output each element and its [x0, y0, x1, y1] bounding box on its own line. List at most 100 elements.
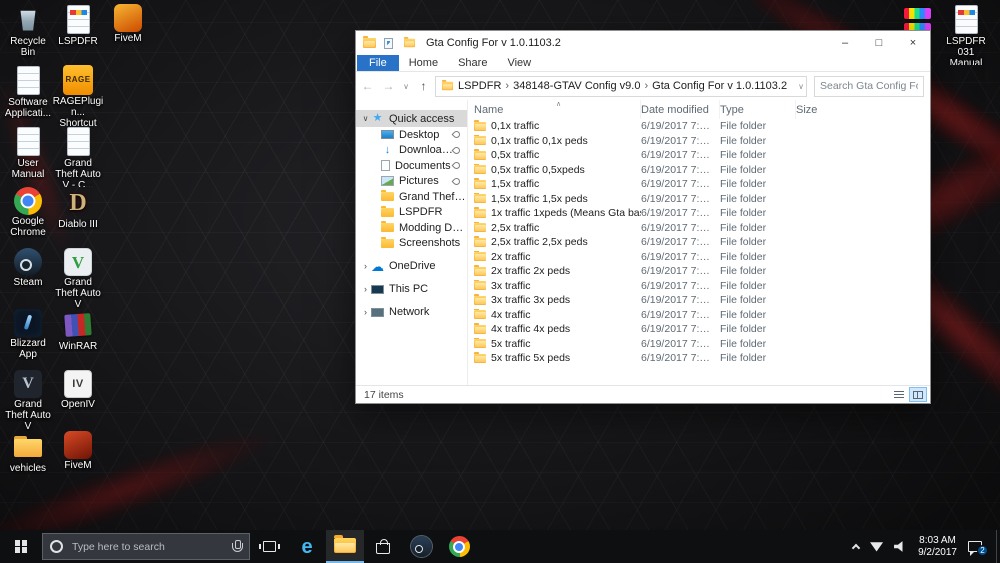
qat-new-folder-icon[interactable] [400, 34, 418, 52]
desktop-icon[interactable]: Steam [2, 248, 54, 309]
desktop-icon[interactable]: Blizzard App [2, 309, 54, 370]
maximize-button[interactable]: □ [862, 31, 896, 55]
taskbar-chrome-button[interactable] [440, 530, 478, 563]
file-row[interactable]: 3x traffic 3x peds 6/19/2017 7:38 PM Fil… [468, 293, 930, 308]
taskbar-search-input[interactable] [70, 539, 224, 554]
file-row[interactable]: 0,1x traffic 0,1x peds 6/19/2017 7:31 PM… [468, 134, 930, 149]
up-button[interactable]: ↑ [414, 76, 433, 96]
column-header-type[interactable]: Type [720, 100, 796, 119]
close-button[interactable]: × [896, 31, 930, 55]
desktop-icon[interactable]: V Grand Theft Auto V [52, 248, 104, 309]
column-header-size[interactable]: Size [796, 100, 930, 119]
chevron-expanded-icon[interactable]: ∨ [360, 114, 371, 123]
file-row[interactable]: 0,5x traffic 6/19/2017 7:31 PM File fold… [468, 148, 930, 163]
file-row[interactable]: 2,5x traffic 2,5x peds 6/19/2017 7:34 PM… [468, 235, 930, 250]
taskbar-steam-button[interactable] [402, 530, 440, 563]
forward-button[interactable]: → [379, 76, 398, 96]
explorer-search-input[interactable] [814, 75, 924, 97]
desktop-icon[interactable]: WinRAR [52, 309, 104, 370]
desktop-icon[interactable]: FiveM [52, 431, 104, 492]
nav-item[interactable]: Screenshots [356, 236, 467, 252]
file-row[interactable]: 4x traffic 4x peds 6/19/2017 7:39 PM Fil… [468, 322, 930, 337]
chevron-collapsed-icon[interactable]: › [360, 261, 371, 271]
breadcrumb-separator-icon[interactable]: › [644, 80, 648, 92]
address-dropdown-chevron-icon[interactable]: ∨ [795, 82, 807, 91]
microphone-icon[interactable] [231, 540, 243, 553]
tab-file[interactable]: File [357, 55, 399, 71]
file-row[interactable]: 0,5x traffic 0,5xpeds 6/19/2017 7:32 PM … [468, 163, 930, 178]
large-icons-view-button[interactable] [909, 387, 927, 402]
nav-quick-access[interactable]: ∨ ★ Quick access [356, 110, 467, 127]
nav-root-item[interactable]: › Network [356, 304, 467, 320]
desktop-icon[interactable]: User Manual [2, 126, 54, 187]
file-row[interactable]: 1x traffic 1xpeds (Means Gta base) 6/19/… [468, 206, 930, 221]
start-button[interactable] [0, 530, 42, 563]
column-header-date-modified[interactable]: Date modified [641, 100, 720, 119]
file-row[interactable]: 2x traffic 6/19/2017 7:36 PM File folder [468, 250, 930, 265]
show-desktop-button[interactable] [996, 530, 1000, 563]
breadcrumb-item[interactable]: LSPDFR [458, 80, 501, 92]
tab-share[interactable]: Share [448, 55, 497, 71]
chevron-collapsed-icon[interactable]: › [360, 284, 371, 294]
task-view-button[interactable] [250, 530, 288, 563]
file-row[interactable]: 2x traffic 2x peds 6/19/2017 7:37 PM Fil… [468, 264, 930, 279]
desktop-icon[interactable]: RAGE RAGEPlugin... Shortcut [52, 65, 104, 126]
nav-item[interactable]: Grand Theft Auto V [356, 189, 467, 205]
chevron-collapsed-icon[interactable]: › [360, 307, 371, 317]
back-button[interactable]: ← [358, 76, 377, 96]
desktop-icon[interactable]: D Diablo III [52, 187, 104, 248]
qat-properties-icon[interactable] [379, 34, 397, 52]
taskbar-clock[interactable]: 8:03 AM 9/2/2017 [918, 535, 957, 559]
file-row[interactable]: 3x traffic 6/19/2017 7:37 PM File folder [468, 279, 930, 294]
desktop-icon[interactable]: LSPDFR 031 Manual In... [938, 4, 994, 65]
desktop-icon[interactable]: Google Chrome [2, 187, 54, 248]
volume-icon[interactable] [894, 541, 903, 552]
hidden-icons-chevron-icon[interactable] [851, 543, 861, 553]
nav-item[interactable]: Modding DLC Pack V [356, 220, 467, 236]
nav-item[interactable]: LSPDFR [356, 205, 467, 221]
taskbar-file-explorer-button[interactable] [326, 530, 364, 563]
file-row[interactable]: 1,5x traffic 1,5x peds 6/19/2017 7:33 PM… [468, 192, 930, 207]
address-bar[interactable]: LSPDFR › 348148-GTAV Config v9.0 › Gta C… [435, 75, 824, 97]
desktop-icon[interactable]: Recycle Bin [2, 4, 54, 65]
tab-home[interactable]: Home [399, 55, 448, 71]
desktop-icon[interactable]: LSPDFR [52, 4, 104, 65]
file-row[interactable]: 5x traffic 5x peds 6/19/2017 7:40 PM Fil… [468, 351, 930, 366]
nav-quick-access-label: Quick access [389, 112, 455, 125]
nav-item[interactable]: Documents [356, 158, 467, 174]
nav-item-label: Modding DLC Pack V [399, 221, 467, 234]
details-view-button[interactable] [890, 387, 908, 402]
sort-ascending-icon[interactable]: ∧ [556, 100, 561, 108]
nav-root-item[interactable]: › ☁ OneDrive [356, 258, 467, 274]
desktop-icon[interactable]: IV OpenIV [52, 370, 104, 431]
breadcrumb-item[interactable]: Gta Config For v 1.0.1103.2 [652, 80, 787, 92]
desktop-icon[interactable]: Grand Theft Auto V - C... [52, 126, 104, 187]
folder-icon [474, 337, 486, 349]
minimize-button[interactable]: – [828, 31, 862, 55]
nav-item[interactable]: Desktop [356, 127, 467, 143]
taskbar-edge-button[interactable]: e [288, 530, 326, 563]
taskbar-store-button[interactable] [364, 530, 402, 563]
breadcrumb-item[interactable]: 348148-GTAV Config v9.0 [513, 80, 640, 92]
file-type: File folder [720, 178, 767, 191]
recent-locations-chevron-icon[interactable]: ∨ [400, 76, 412, 96]
nav-root-item[interactable]: › This PC [356, 281, 467, 297]
network-icon[interactable] [870, 542, 884, 552]
tab-view[interactable]: View [497, 55, 541, 71]
desktop-icon[interactable]: FiveM [102, 4, 154, 65]
nav-item[interactable]: ↓ Downloads [356, 143, 467, 159]
file-row[interactable]: 4x traffic 6/19/2017 7:39 PM File folder [468, 308, 930, 323]
file-row[interactable]: 0,1x traffic 6/19/2017 7:30 PM File fold… [468, 119, 930, 134]
file-row[interactable]: 2,5x traffic 6/19/2017 7:33 PM File fold… [468, 221, 930, 236]
file-row[interactable]: 1,5x traffic 6/19/2017 7:32 PM File fold… [468, 177, 930, 192]
desktop-icon[interactable]: vehicles [2, 431, 54, 492]
file-row[interactable]: 5x traffic 6/19/2017 7:40 PM File folder [468, 337, 930, 352]
breadcrumb-separator-icon[interactable]: › [505, 80, 509, 92]
desktop-icon[interactable]: V Grand Theft Auto V [2, 370, 54, 431]
sprite-icon[interactable] [903, 8, 931, 19]
taskbar-search[interactable] [42, 533, 250, 560]
file-explorer-icon [334, 535, 356, 553]
nav-item[interactable]: Pictures [356, 174, 467, 190]
action-center-icon[interactable]: 2 [968, 541, 988, 556]
desktop-icon[interactable]: Software Applicati... [2, 65, 54, 126]
